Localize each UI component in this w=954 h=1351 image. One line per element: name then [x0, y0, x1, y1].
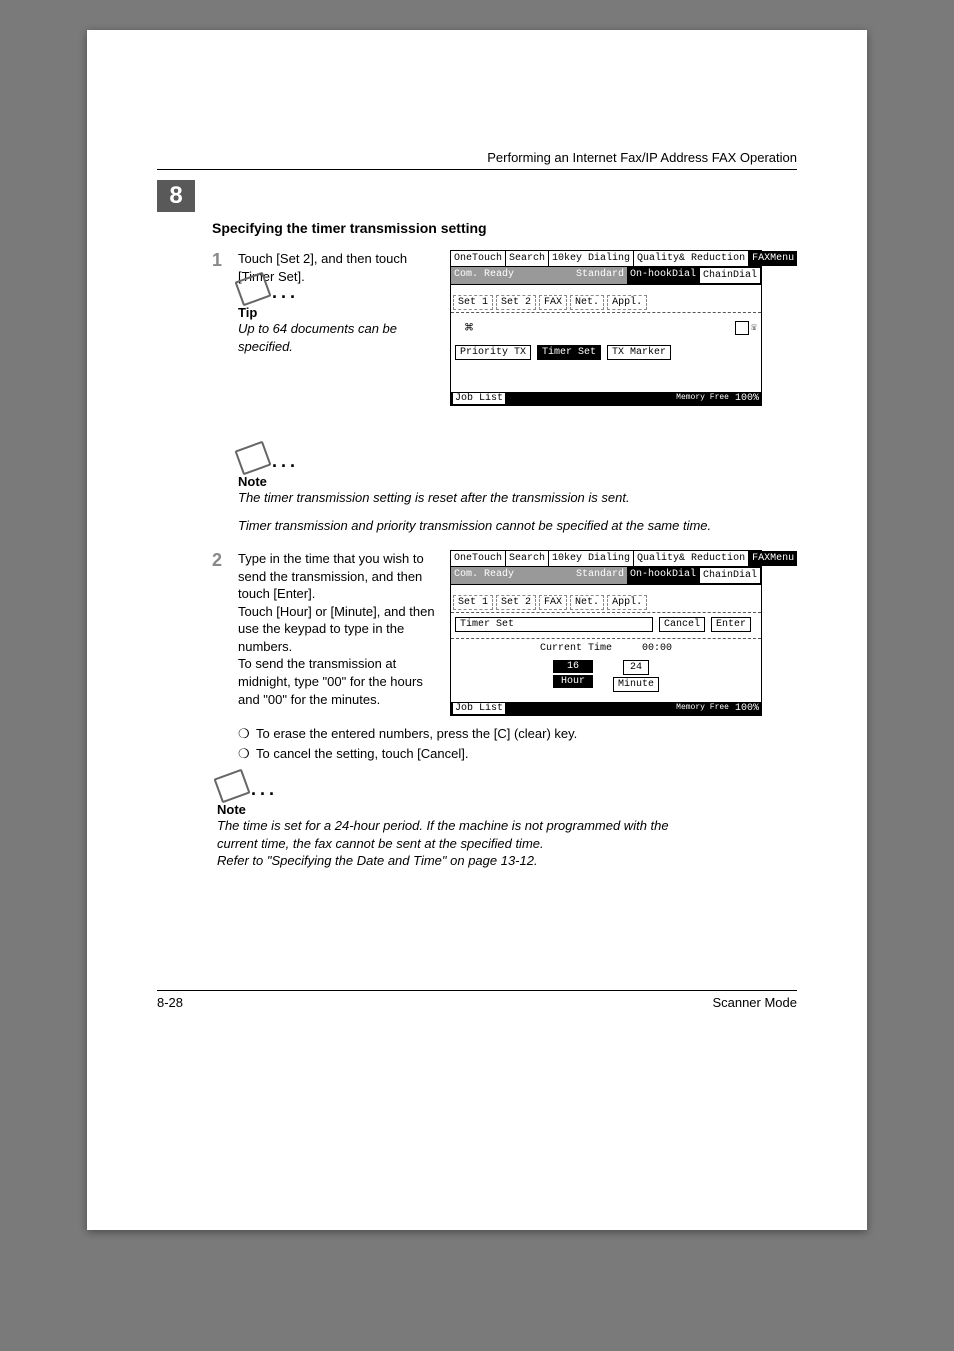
- hour-value: 16: [553, 660, 593, 673]
- lcd-screenshot-1: OneTouch Search 10key Dialing Quality& R…: [450, 250, 762, 406]
- phone-icon: ☏: [751, 322, 757, 334]
- footer-doc-title: Scanner Mode: [712, 995, 797, 1010]
- current-time-value: 00:00: [642, 643, 672, 654]
- tab-faxmenu: FAXMenu: [749, 551, 797, 566]
- tip-dots: ...: [268, 282, 299, 302]
- tab-onetouch: OneTouch: [451, 551, 506, 566]
- hour-label: Hour: [553, 675, 593, 688]
- bullet-dot: ❍: [238, 744, 256, 764]
- note-1-block: ... Note The timer transmission setting …: [238, 445, 718, 534]
- footer-memory-pct: 100%: [735, 393, 759, 404]
- note-hand-icon: [213, 769, 250, 804]
- tab-quality: Quality& Reduction: [634, 551, 749, 566]
- opt-appl: Appl.: [607, 595, 647, 610]
- status-standard: Standard: [573, 267, 627, 284]
- note-dots: ...: [268, 451, 299, 471]
- bullet-dot: ❍: [238, 724, 256, 744]
- tip-block: ... Tip Up to 64 documents can be specif…: [238, 276, 438, 355]
- status-chaindial: ChainDial: [699, 567, 761, 584]
- opt-set1: Set 1: [453, 295, 493, 310]
- section-title: Specifying the timer transmission settin…: [212, 220, 797, 236]
- opt-net: Net.: [570, 595, 604, 610]
- status-com-ready: Com. Ready: [451, 567, 573, 584]
- current-time-label: Current Time: [540, 643, 612, 654]
- tab-onetouch: OneTouch: [451, 251, 506, 266]
- label-timer-set: Timer Set: [455, 617, 653, 632]
- footer-memory-pct: 100%: [735, 703, 759, 714]
- step-1-number: 1: [212, 250, 238, 271]
- note-hand-icon: [234, 441, 271, 476]
- note-dots: ...: [247, 779, 278, 799]
- minute-label: Minute: [613, 677, 659, 692]
- footer-memory-label: Memory Free: [676, 394, 729, 401]
- bullet-list: ❍ To erase the entered numbers, press th…: [238, 724, 797, 763]
- status-chaindial: ChainDial: [699, 267, 761, 284]
- btn-cancel: Cancel: [659, 617, 705, 632]
- opt-fax: FAX: [539, 295, 567, 310]
- opt-net: Net.: [570, 295, 604, 310]
- tip-body: Up to 64 documents can be specified.: [238, 320, 438, 355]
- btn-priority-tx: Priority TX: [455, 345, 531, 360]
- status-onhook: On-hookDial: [627, 267, 699, 284]
- bullet-2: To cancel the setting, touch [Cancel].: [256, 744, 468, 764]
- note-1-line2: Timer transmission and priority transmis…: [238, 517, 718, 535]
- opt-set1: Set 1: [453, 595, 493, 610]
- unidentified-icon: [735, 321, 749, 335]
- tip-title: Tip: [238, 305, 438, 320]
- tab-search: Search: [506, 551, 549, 566]
- running-header: Performing an Internet Fax/IP Address FA…: [157, 150, 797, 170]
- step-2-number: 2: [212, 550, 238, 571]
- note-2-title: Note: [217, 802, 697, 817]
- btn-timer-set: Timer Set: [537, 345, 601, 360]
- network-icon: ⌘: [455, 317, 483, 339]
- btn-enter: Enter: [711, 617, 751, 632]
- chapter-badge: 8: [157, 180, 195, 212]
- tab-faxmenu: FAXMenu: [749, 251, 797, 266]
- minute-value: 24: [623, 660, 649, 675]
- footer-memory-label: Memory Free: [676, 704, 729, 711]
- tab-search: Search: [506, 251, 549, 266]
- note-1-title: Note: [238, 474, 718, 489]
- tab-dialing: 10key Dialing: [549, 551, 634, 566]
- footer-job-list: Job List: [453, 703, 505, 714]
- status-standard: Standard: [573, 567, 627, 584]
- tab-dialing: 10key Dialing: [549, 251, 634, 266]
- note-1-line1: The timer transmission setting is reset …: [238, 489, 718, 507]
- opt-set2: Set 2: [496, 295, 536, 310]
- note-2-line1: The time is set for a 24-hour period. If…: [217, 817, 697, 852]
- page-number: 8-28: [157, 995, 183, 1010]
- footer-job-list: Job List: [453, 393, 505, 404]
- tip-hand-icon: [234, 272, 271, 307]
- step-2-text: Type in the time that you wish to send t…: [238, 550, 438, 708]
- note-2-block: ... Note The time is set for a 24-hour p…: [217, 773, 697, 870]
- note-2-line2: Refer to "Specifying the Date and Time" …: [217, 852, 697, 870]
- opt-fax: FAX: [539, 595, 567, 610]
- lcd-screenshot-2: OneTouch Search 10key Dialing Quality& R…: [450, 550, 762, 716]
- tab-quality: Quality& Reduction: [634, 251, 749, 266]
- btn-tx-marker: TX Marker: [607, 345, 671, 360]
- opt-appl: Appl.: [607, 295, 647, 310]
- bullet-1: To erase the entered numbers, press the …: [256, 724, 577, 744]
- status-onhook: On-hookDial: [627, 567, 699, 584]
- status-com-ready: Com. Ready: [451, 267, 573, 284]
- opt-set2: Set 2: [496, 595, 536, 610]
